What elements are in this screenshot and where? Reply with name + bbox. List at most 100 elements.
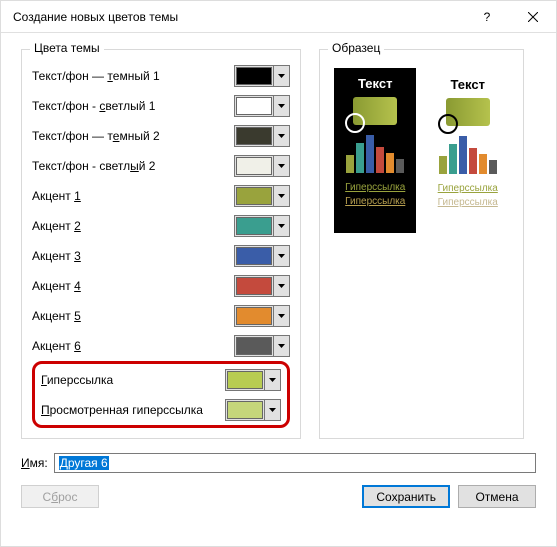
color-label: Акцент 1 — [32, 189, 81, 203]
color-swatch — [227, 401, 263, 419]
color-row-2: Текст/фон — темный 2 — [32, 124, 290, 147]
chart-bar — [459, 136, 467, 174]
preview-followed-light: Гиперссылка — [438, 196, 498, 210]
preview-shape-dark — [353, 97, 397, 125]
color-label: Просмотренная гиперссылка — [41, 403, 203, 417]
chart-bar — [479, 154, 487, 174]
chevron-down-icon — [273, 126, 289, 146]
color-dropdown[interactable] — [234, 185, 290, 207]
color-swatch — [236, 127, 272, 145]
color-swatch — [236, 97, 272, 115]
color-dropdown[interactable] — [234, 95, 290, 117]
chart-bar — [386, 153, 394, 173]
chevron-down-icon — [273, 66, 289, 86]
chevron-down-icon — [264, 370, 280, 390]
titlebar: Создание новых цветов темы ? — [1, 1, 556, 33]
chart-bar — [489, 160, 497, 174]
chevron-down-icon — [273, 276, 289, 296]
sample-group: Образец Текст Гиперссылка Гиперссылка Те… — [319, 49, 524, 439]
preview-light: Текст Гиперссылка Гиперссылка — [426, 68, 509, 233]
color-row-4: Акцент 1 — [32, 184, 290, 207]
color-dropdown[interactable] — [234, 65, 290, 87]
titlebar-buttons: ? — [464, 1, 556, 33]
color-row-8: Акцент 5 — [32, 304, 290, 327]
preview-link-dark: Гиперссылка — [345, 181, 405, 195]
color-label: Текст/фон — темный 2 — [32, 129, 160, 143]
color-swatch — [227, 371, 263, 389]
preview-link-light: Гиперссылка — [438, 182, 498, 196]
chevron-down-icon — [273, 336, 289, 356]
chevron-down-icon — [273, 156, 289, 176]
color-row-7: Акцент 4 — [32, 274, 290, 297]
color-label: Гиперссылка — [41, 373, 113, 387]
color-label: Текст/фон — темный 1 — [32, 69, 160, 83]
color-label: Акцент 4 — [32, 279, 81, 293]
color-swatch — [236, 187, 272, 205]
color-label: Акцент 3 — [32, 249, 81, 263]
chart-bar — [356, 143, 364, 173]
chevron-down-icon — [273, 306, 289, 326]
cancel-button[interactable]: Отмена — [458, 485, 536, 508]
name-input[interactable]: Другая 6 — [54, 453, 536, 473]
preview-text-light: Текст — [451, 77, 485, 92]
color-row-5: Акцент 2 — [32, 214, 290, 237]
dialog-title: Создание новых цветов темы — [13, 10, 178, 24]
chevron-down-icon — [273, 216, 289, 236]
chevron-down-icon — [273, 246, 289, 266]
preview-dark: Текст Гиперссылка Гиперссылка — [334, 68, 416, 233]
preview-shape-light — [446, 98, 490, 126]
color-dropdown[interactable] — [234, 155, 290, 177]
theme-colors-group: Цвета темы Текст/фон — темный 1Текст/фон… — [21, 49, 301, 439]
color-label: Акцент 2 — [32, 219, 81, 233]
color-swatch — [236, 67, 272, 85]
button-row: Сброс Сохранить Отмена — [21, 485, 536, 508]
hyperlink-row-0: Гиперссылка — [41, 368, 281, 391]
color-swatch — [236, 217, 272, 235]
color-dropdown[interactable] — [234, 215, 290, 237]
color-dropdown[interactable] — [225, 399, 281, 421]
preview-text-dark: Текст — [358, 76, 392, 91]
sample-legend: Образец — [328, 41, 384, 55]
reset-button: Сброс — [21, 485, 99, 508]
color-swatch — [236, 247, 272, 265]
dialog-content: Цвета темы Текст/фон — темный 1Текст/фон… — [1, 33, 556, 520]
chart-bar — [366, 135, 374, 173]
highlighted-rows: Гиперссылка Просмотренная гиперссылка — [32, 361, 290, 428]
name-label: Имя: — [21, 456, 48, 470]
chevron-down-icon — [273, 96, 289, 116]
color-dropdown[interactable] — [234, 335, 290, 357]
preview-followed-dark: Гиперссылка — [345, 195, 405, 209]
chart-bar — [439, 156, 447, 174]
color-swatch — [236, 277, 272, 295]
color-row-6: Акцент 3 — [32, 244, 290, 267]
color-swatch — [236, 307, 272, 325]
save-button[interactable]: Сохранить — [362, 485, 450, 508]
chart-bar — [469, 148, 477, 174]
color-dropdown[interactable] — [225, 369, 281, 391]
preview-chart-dark — [346, 133, 404, 173]
close-button[interactable] — [510, 1, 556, 33]
dialog: Создание новых цветов темы ? Цвета темы … — [0, 0, 557, 547]
chart-bar — [346, 155, 354, 173]
color-dropdown[interactable] — [234, 245, 290, 267]
help-icon: ? — [484, 10, 491, 24]
color-dropdown[interactable] — [234, 305, 290, 327]
color-dropdown[interactable] — [234, 275, 290, 297]
color-row-9: Акцент 6 — [32, 334, 290, 357]
color-swatch — [236, 337, 272, 355]
preview-chart-light — [439, 134, 497, 174]
chart-bar — [396, 159, 404, 173]
color-label: Акцент 5 — [32, 309, 81, 323]
hyperlink-row-1: Просмотренная гиперссылка — [41, 398, 281, 421]
color-row-1: Текст/фон - светлый 1 — [32, 94, 290, 117]
chart-bar — [449, 144, 457, 174]
color-rows: Текст/фон — темный 1 Текст/фон - светлый … — [32, 64, 290, 357]
close-icon — [528, 12, 538, 22]
color-label: Текст/фон - светлый 2 — [32, 159, 155, 173]
color-dropdown[interactable] — [234, 125, 290, 147]
preview: Текст Гиперссылка Гиперссылка Текст Гипе… — [330, 64, 513, 237]
help-button[interactable]: ? — [464, 1, 510, 33]
name-row: Имя: Другая 6 — [21, 453, 536, 473]
color-label: Акцент 6 — [32, 339, 81, 353]
color-row-3: Текст/фон - светлый 2 — [32, 154, 290, 177]
